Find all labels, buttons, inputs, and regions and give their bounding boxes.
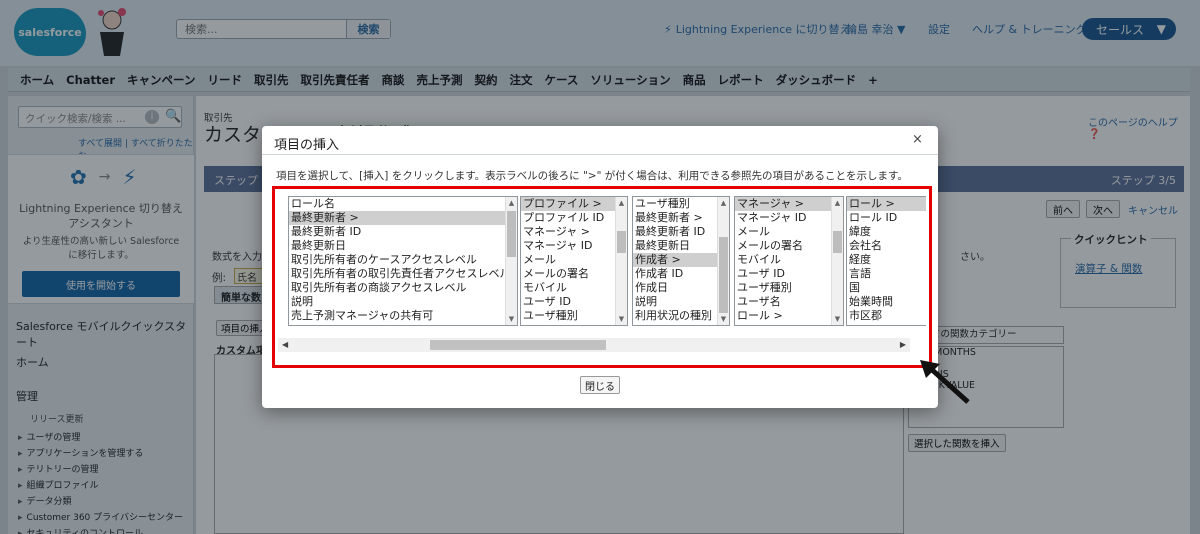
scroll-right-icon[interactable]: ▶ bbox=[900, 338, 906, 352]
list-item[interactable]: 説明 bbox=[289, 295, 505, 309]
list-item[interactable]: 取引先所有者のケースアクセスレベル bbox=[289, 253, 505, 267]
list-item[interactable]: 会社名 bbox=[847, 239, 926, 253]
list-item[interactable]: 作成者 ID bbox=[633, 267, 717, 281]
list-item[interactable]: メール bbox=[521, 253, 615, 267]
scroll-up-icon[interactable]: ▲ bbox=[718, 197, 729, 209]
field-lists-area: ロール名 最終更新者 > 最終更新者 ID 最終更新日 取引先所有者のケースアク… bbox=[278, 196, 926, 344]
scroll-up-icon[interactable]: ▲ bbox=[832, 197, 843, 209]
scrollbar[interactable]: ▲ ▼ bbox=[831, 197, 843, 325]
scroll-down-icon[interactable]: ▼ bbox=[616, 313, 627, 325]
list-item[interactable]: 作成日 bbox=[633, 281, 717, 295]
field-list-column-2[interactable]: プロファイル > プロファイル ID マネージャ > マネージャ ID メール … bbox=[520, 196, 628, 326]
dialog-divider bbox=[262, 154, 938, 155]
scroll-down-icon[interactable]: ▼ bbox=[832, 313, 843, 325]
list-item[interactable]: 最終更新者 > bbox=[289, 211, 505, 225]
list-item[interactable]: マネージャ ID bbox=[521, 239, 615, 253]
scroll-up-icon[interactable]: ▲ bbox=[616, 197, 627, 209]
close-icon[interactable]: × bbox=[912, 132, 923, 147]
scrollbar[interactable]: ▲ ▼ bbox=[615, 197, 627, 325]
list-item[interactable]: ロール > bbox=[847, 197, 926, 211]
list-item[interactable]: ユーザ種別 bbox=[633, 197, 717, 211]
scroll-down-icon[interactable]: ▼ bbox=[506, 313, 517, 325]
list-item[interactable]: 最終更新者 ID bbox=[289, 225, 505, 239]
scrollbar[interactable]: ▲ ▼ bbox=[717, 197, 729, 325]
arrow-icon bbox=[920, 360, 970, 404]
list-item[interactable]: 市区郡 bbox=[847, 309, 926, 323]
list-item[interactable]: マネージャ > bbox=[735, 197, 831, 211]
field-list-column-5[interactable]: ロール > ロール ID 緯度 会社名 経度 言語 国 始業時間 市区郡 bbox=[846, 196, 926, 326]
list-item[interactable]: 利用状況の種別 bbox=[633, 309, 717, 323]
list-item[interactable]: メールの署名 bbox=[521, 267, 615, 281]
list-item[interactable]: 言語 bbox=[847, 267, 926, 281]
list-item[interactable]: ロール > bbox=[735, 309, 831, 323]
list-item[interactable]: 最終更新者 ID bbox=[633, 225, 717, 239]
list-item[interactable]: 国 bbox=[847, 281, 926, 295]
list-item[interactable]: 作成者 > bbox=[633, 253, 717, 267]
list-item[interactable]: ユーザ ID bbox=[735, 267, 831, 281]
list-item[interactable]: マネージャ > bbox=[521, 225, 615, 239]
list-item[interactable]: 取引先所有者の取引先責任者アクセスレベル bbox=[289, 267, 505, 281]
list-item[interactable]: ユーザ ID bbox=[521, 295, 615, 309]
list-item[interactable]: メール bbox=[735, 225, 831, 239]
list-item[interactable]: 最終更新者 > bbox=[633, 211, 717, 225]
scrollbar-thumb[interactable] bbox=[430, 340, 606, 350]
list-item[interactable]: 説明 bbox=[633, 295, 717, 309]
list-item[interactable]: ユーザ種別 bbox=[735, 281, 831, 295]
field-list-column-3[interactable]: ユーザ種別 最終更新者 > 最終更新者 ID 最終更新日 作成者 > 作成者 I… bbox=[632, 196, 730, 326]
scrollbar[interactable]: ▲ ▼ bbox=[505, 197, 517, 325]
list-item[interactable]: マネージャ ID bbox=[735, 211, 831, 225]
field-list-column-4[interactable]: マネージャ > マネージャ ID メール メールの署名 モバイル ユーザ ID … bbox=[734, 196, 844, 326]
list-item[interactable]: メールの署名 bbox=[735, 239, 831, 253]
close-button[interactable]: 閉じる bbox=[580, 376, 620, 394]
list-item[interactable]: 経度 bbox=[847, 253, 926, 267]
list-item[interactable]: 最終更新日 bbox=[633, 239, 717, 253]
scroll-left-icon[interactable]: ◀ bbox=[282, 338, 288, 352]
list-item[interactable]: ロール名 bbox=[289, 197, 505, 211]
list-item[interactable]: 取引先所有者の商談アクセスレベル bbox=[289, 281, 505, 295]
horizontal-scrollbar[interactable]: ◀ ▶ bbox=[278, 338, 910, 352]
list-item[interactable]: ロール ID bbox=[847, 211, 926, 225]
insert-field-dialog: 項目の挿入 × 項目を選択して、[挿入] をクリックします。表示ラベルの後ろに … bbox=[262, 126, 938, 408]
list-item[interactable]: モバイル bbox=[735, 253, 831, 267]
field-list-column-1[interactable]: ロール名 最終更新者 > 最終更新者 ID 最終更新日 取引先所有者のケースアク… bbox=[288, 196, 518, 326]
list-item[interactable]: プロファイル > bbox=[521, 197, 615, 211]
list-item[interactable]: 始業時間 bbox=[847, 295, 926, 309]
list-item[interactable]: プロファイル ID bbox=[521, 211, 615, 225]
list-item[interactable]: 最終更新日 bbox=[289, 239, 505, 253]
dialog-instruction: 項目を選択して、[挿入] をクリックします。表示ラベルの後ろに ">" が付く場… bbox=[276, 170, 909, 182]
list-item[interactable]: ユーザ名 bbox=[735, 295, 831, 309]
scroll-up-icon[interactable]: ▲ bbox=[506, 197, 517, 209]
list-item[interactable]: 売上予測マネージャの共有可 bbox=[289, 309, 505, 323]
list-item[interactable]: モバイル bbox=[521, 281, 615, 295]
list-item[interactable]: ユーザ種別 bbox=[521, 309, 615, 323]
dialog-title: 項目の挿入 bbox=[274, 138, 340, 153]
scroll-down-icon[interactable]: ▼ bbox=[718, 313, 729, 325]
list-item[interactable]: 緯度 bbox=[847, 225, 926, 239]
